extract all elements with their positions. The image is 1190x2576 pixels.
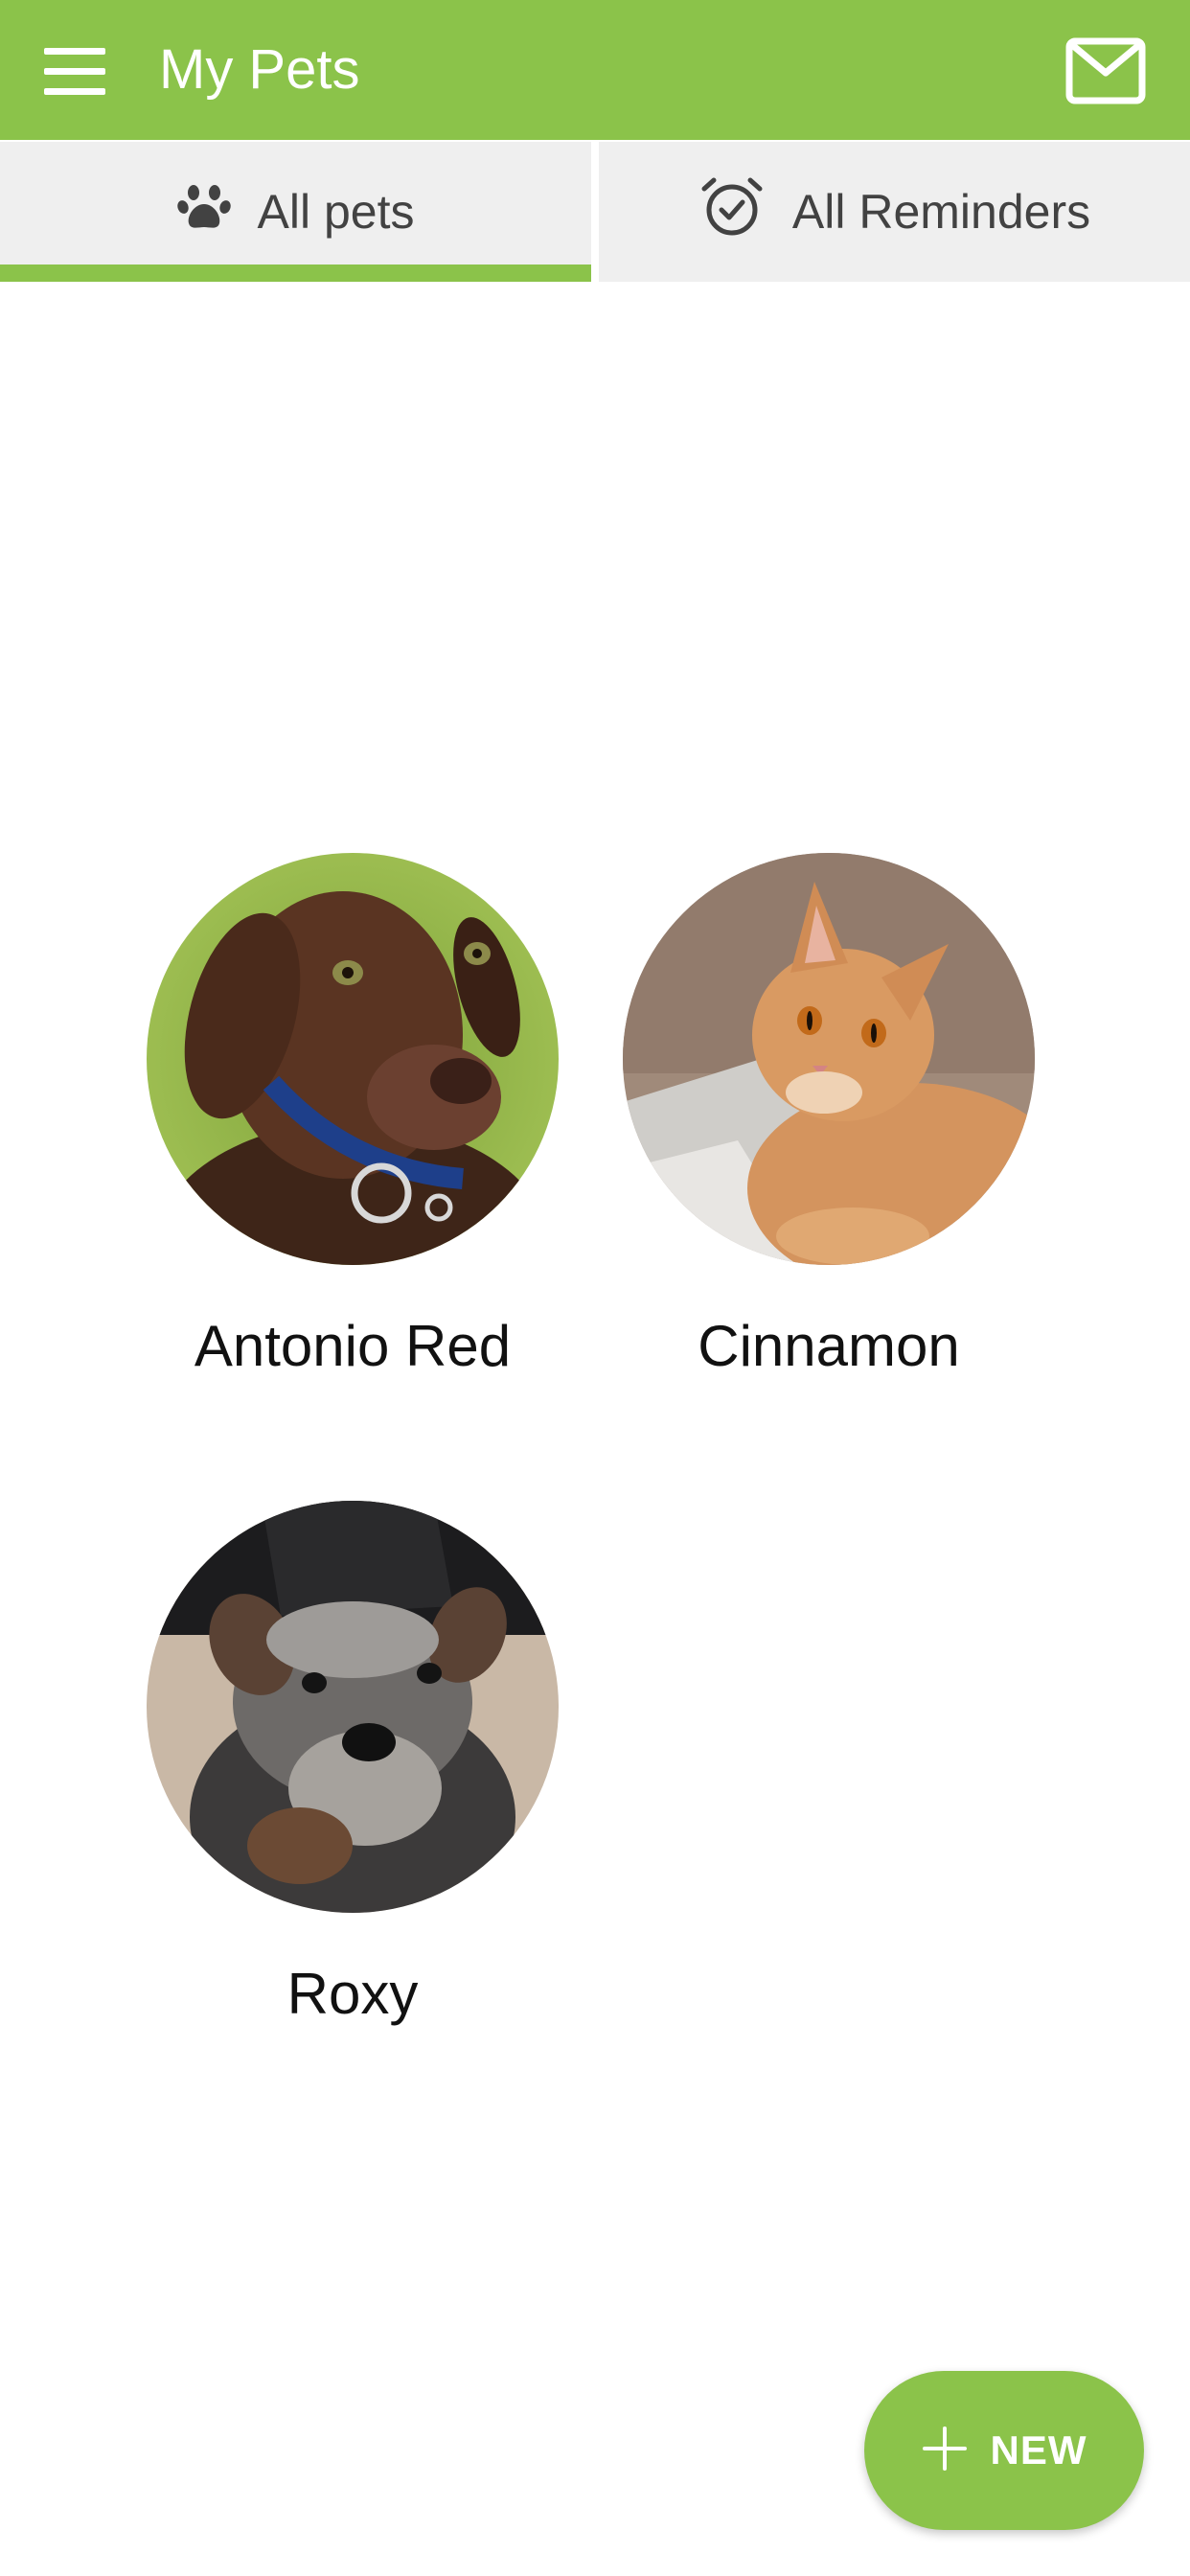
- paw-icon: [176, 179, 231, 244]
- tab-all-reminders-label: All Reminders: [791, 185, 1091, 239]
- page-title: My Pets: [159, 38, 360, 101]
- selected-tab-indicator: [0, 264, 591, 282]
- app-bar: My Pets: [0, 0, 1190, 140]
- plus-icon: [922, 2426, 968, 2476]
- pet-photo-antonio-red: [147, 853, 559, 1265]
- pet-name: Roxy: [286, 1962, 419, 2026]
- pet-card-roxy[interactable]: Roxy: [142, 1501, 563, 2028]
- pet-name: Cinnamon: [698, 1314, 960, 1378]
- alarm-check-icon: [698, 175, 766, 248]
- tab-bar: All pets All Reminders: [0, 142, 1190, 282]
- tab-divider: [591, 142, 599, 282]
- tab-all-reminders[interactable]: All Reminders: [599, 142, 1190, 282]
- hamburger-menu-icon[interactable]: [34, 38, 115, 105]
- new-button-label: NEW: [990, 2427, 1087, 2472]
- new-pet-button[interactable]: NEW: [864, 2371, 1144, 2530]
- pet-card-cinnamon[interactable]: Cinnamon: [618, 853, 1040, 1380]
- pet-card-antonio-red[interactable]: Antonio Red: [142, 853, 563, 1380]
- pet-photo-roxy: [147, 1501, 559, 1913]
- tab-all-pets-label: All pets: [257, 185, 415, 239]
- mail-icon[interactable]: [1065, 36, 1146, 105]
- pet-photo-cinnamon: [623, 853, 1035, 1265]
- pet-name: Antonio Red: [194, 1314, 512, 1378]
- tab-all-pets[interactable]: All pets: [0, 142, 591, 282]
